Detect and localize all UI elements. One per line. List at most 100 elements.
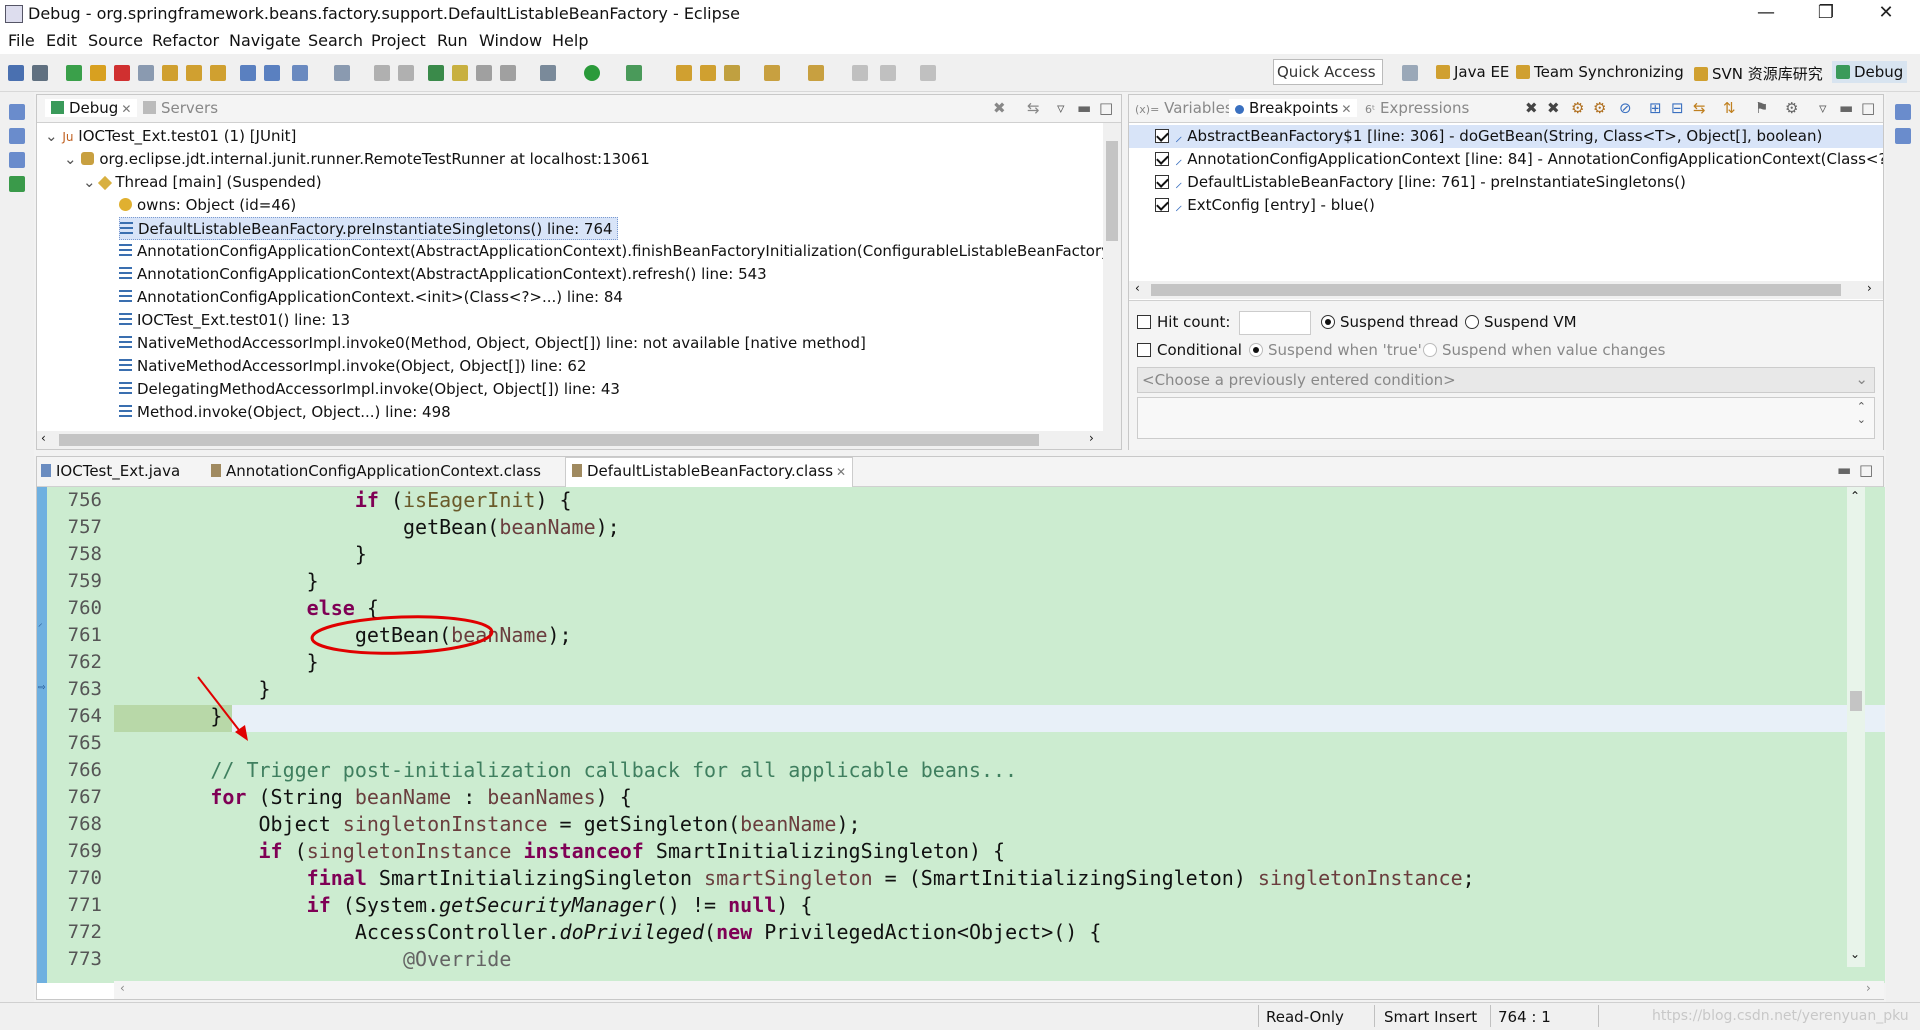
suspend-thread-radio[interactable]: Suspend thread [1321,311,1459,334]
breakpoint-checkbox[interactable] [1155,198,1169,212]
drop-to-frame-icon[interactable] [240,65,256,81]
debug-vscroll[interactable] [1103,123,1121,433]
breakpoint-checkbox[interactable] [1155,129,1169,143]
editor-hscroll[interactable]: ‹ › [114,981,1884,999]
block-selection-icon[interactable] [500,65,516,81]
scroll-thumb[interactable] [1850,691,1862,711]
breakpoint-item[interactable]: ⸝ DefaultListableBeanFactory [line: 761]… [1155,171,1686,194]
menu-edit[interactable]: Edit [46,31,77,50]
outline-right-icon[interactable] [1895,128,1911,144]
open-project-icon[interactable] [700,65,716,81]
menu-window[interactable]: Window [479,31,542,50]
suspend-when-true-radio[interactable]: Suspend when 'true' [1249,339,1422,362]
stack-frame[interactable]: AnnotationConfigApplicationContext(Abstr… [119,263,767,286]
breakpoint-checkbox[interactable] [1155,175,1169,189]
close-icon[interactable]: ✕ [836,465,846,479]
tree-item-monitor[interactable]: owns: Object (id=46) [119,194,296,217]
suspend-vm-radio[interactable]: Suspend VM [1465,311,1577,334]
step-return-icon[interactable] [210,65,226,81]
open-perspective-icon[interactable] [1402,65,1418,81]
open-folder-icon[interactable] [676,65,692,81]
debug-icon[interactable] [626,65,642,81]
maximize-editor-icon[interactable]: □ [1859,461,1873,479]
scroll-thumb[interactable] [59,434,1039,446]
close-icon[interactable]: ✕ [1341,102,1351,116]
tab-default-listable[interactable]: DefaultListableBeanFactory.class ✕ [565,457,854,487]
condition-history-select[interactable]: <Choose a previously entered condition> ⌄ [1137,367,1875,393]
maximize-view-icon[interactable]: □ [1861,99,1875,117]
back-icon[interactable] [880,65,896,81]
stack-frame[interactable]: AnnotationConfigApplicationContext(Abstr… [119,240,1103,263]
tab-servers[interactable]: Servers [143,99,218,117]
maximize-icon[interactable]: ❐ [1806,2,1846,26]
menu-help[interactable]: Help [552,31,588,50]
tab-breakpoints[interactable]: Breakpoints ✕ [1229,99,1358,117]
prev-annotation-icon[interactable] [808,65,824,81]
step-into-icon[interactable] [162,65,178,81]
search-icon[interactable] [724,65,740,81]
remove-launches-icon[interactable]: ✖ [993,99,1006,117]
remove-breakpoint-icon[interactable]: ✖ [1525,99,1538,117]
tree-item-thread[interactable]: ⌄ Thread [main] (Suspended) [83,171,322,194]
menu-run[interactable]: Run [437,31,468,50]
tab-debug[interactable]: Debug ✕ [45,99,138,117]
expand-all-icon[interactable]: ⊞ [1649,99,1662,117]
stack-frame-selected[interactable]: DefaultListableBeanFactory.preInstantiat… [119,217,618,240]
hit-count-checkbox[interactable]: Hit count: [1137,311,1230,334]
tree-item-launch[interactable]: ⌄ Ju IOCTest_Ext.test01 (1) [JUnit] [45,125,296,148]
condition-editor[interactable]: ⌃ ⌄ [1137,397,1875,439]
display-icon[interactable] [9,152,25,168]
resume-icon[interactable] [66,65,82,81]
tab-annotation-config[interactable]: AnnotationConfigApplicationContext.class [211,462,541,480]
close-icon[interactable]: ✕ [1866,2,1906,26]
quick-access-input[interactable]: Quick Access [1273,59,1383,85]
breakpoint-checkbox[interactable] [1155,152,1169,166]
restore-icon[interactable] [9,104,25,120]
scroll-thumb[interactable] [1151,284,1841,296]
perspective-java-ee[interactable]: Java EE [1436,63,1509,81]
open-type-icon[interactable] [334,65,350,81]
scroll-thumb[interactable] [1106,141,1118,241]
tab-variables[interactable]: (x)= Variables [1135,99,1233,117]
skip-breakpoints-icon[interactable] [32,65,48,81]
last-edit-icon[interactable] [852,65,868,81]
disconnect-icon[interactable] [138,65,154,81]
breakpoint-marker-icon[interactable]: ⸝ [38,616,43,629]
stack-frame[interactable]: IOCTest_Ext.test01() line: 13 [119,309,350,332]
perspective-debug[interactable]: Debug [1832,61,1908,83]
stack-frame[interactable]: Method.invoke(Object, Object...) line: 4… [119,401,451,424]
show-whitespace-icon[interactable] [476,65,492,81]
stack-frame[interactable]: DelegatingMethodAccessorImpl.invoke(Obje… [119,378,620,401]
next-annotation-icon[interactable] [764,65,780,81]
menu-file[interactable]: File [8,31,35,50]
maximize-view-icon[interactable]: □ [1099,99,1113,117]
tab-ioctest-ext[interactable]: IOCTest_Ext.java [41,462,180,480]
suspend-icon[interactable] [90,65,106,81]
collapse-all-icon[interactable]: ⊟ [1671,99,1684,117]
collapse-icon[interactable]: ⇆ [1027,99,1040,117]
copy-icon[interactable] [398,65,414,81]
forward-icon[interactable] [920,65,936,81]
minimize-editor-icon[interactable]: ▬ [1837,461,1851,479]
stack-frame[interactable]: AnnotationConfigApplicationContext.<init… [119,286,623,309]
menu-refactor[interactable]: Refactor [152,31,219,50]
minimize-view-icon[interactable]: ▬ [1839,99,1853,117]
toggle-mark-icon[interactable] [428,65,444,81]
link-icon[interactable]: ⇆ [1693,99,1706,117]
terminate-icon[interactable] [114,65,130,81]
highlight-icon[interactable] [452,65,468,81]
breakpoint-item-selected[interactable]: ⸝ AbstractBeanFactory$1 [line: 306] - do… [1129,125,1883,148]
remove-all-breakpoints-icon[interactable]: ✖ [1547,99,1560,117]
close-icon[interactable]: ✕ [121,102,131,116]
debug-settings-icon[interactable] [540,65,556,81]
run-icon[interactable] [584,65,600,81]
perspective-svn[interactable]: SVN 资源库研究 [1694,63,1823,84]
outline-icon[interactable] [9,176,25,192]
go-to-file-icon[interactable]: ⚙ [1593,99,1606,117]
new-icon[interactable] [292,65,308,81]
minimize-icon[interactable]: — [1746,2,1786,26]
conditional-checkbox[interactable]: Conditional [1137,339,1242,362]
breakpoints-hscroll[interactable]: ‹ › [1129,281,1883,299]
console-icon[interactable] [9,128,25,144]
print-icon[interactable] [374,65,390,81]
